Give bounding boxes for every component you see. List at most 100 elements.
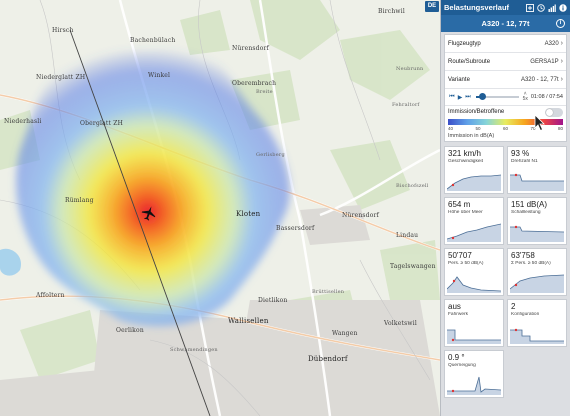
panel-titlebar: Belastungsverlauf bbox=[441, 0, 570, 15]
place-label: Oerlikon bbox=[116, 327, 144, 334]
metric-bank-angle[interactable]: 0.9 ° Querneigung bbox=[444, 350, 504, 398]
place-label: Brüttisellen bbox=[312, 289, 345, 295]
metric-label: Fahrwerk bbox=[448, 312, 468, 317]
metric-value: 151 dB(A) bbox=[511, 200, 548, 209]
metric-configuration[interactable]: 2 Konfiguration bbox=[507, 299, 567, 347]
immission-toggle[interactable] bbox=[545, 108, 563, 117]
metric-value: 50'707 bbox=[448, 251, 472, 260]
flight-title: A320 - 12, 77t bbox=[481, 19, 530, 28]
metric-value: 63'758 bbox=[511, 251, 535, 260]
immission-label: Immission/Betroffene bbox=[448, 109, 505, 115]
metric-value: 0.9 ° bbox=[448, 353, 465, 362]
place-label: Niederglatt ZH bbox=[36, 74, 86, 81]
place-label: Wangen bbox=[332, 330, 358, 337]
speed-selector[interactable]: ˄ 5x bbox=[523, 92, 528, 102]
scale-tick: 60 bbox=[502, 126, 508, 131]
timeline-slider[interactable] bbox=[476, 93, 519, 100]
panel-title: Belastungsverlauf bbox=[444, 3, 510, 12]
signal-icon[interactable] bbox=[547, 3, 556, 12]
place-label: Niederhasli bbox=[4, 118, 42, 125]
metric-gear[interactable]: aus Fahrwerk bbox=[444, 299, 504, 347]
place-label: Nürensdorf bbox=[342, 212, 380, 219]
history-icon[interactable] bbox=[536, 3, 545, 12]
metric-label: Querneigung bbox=[448, 363, 476, 368]
row-label: Flugzeugtyp bbox=[448, 40, 481, 47]
place-label: Rümlang bbox=[65, 197, 94, 204]
metric-label: Schallleistung bbox=[511, 210, 541, 215]
place-label: Winkel bbox=[148, 72, 171, 79]
row-value: A320 - 12, 77t bbox=[520, 76, 559, 83]
place-label: Nürensdorf bbox=[232, 45, 270, 52]
metric-persons[interactable]: 50'707 Pers. ≥ 50 dB(A) bbox=[444, 248, 504, 296]
language-button[interactable]: DE bbox=[425, 1, 439, 12]
metric-value: aus bbox=[448, 302, 461, 311]
place-label: Oberembrach bbox=[232, 80, 277, 87]
metric-label: Höhe über Meer bbox=[448, 210, 483, 215]
add-icon[interactable] bbox=[525, 3, 534, 12]
sparkline bbox=[447, 223, 501, 242]
place-label: Gerlisberg bbox=[256, 152, 285, 158]
timeline-handle[interactable] bbox=[478, 93, 486, 100]
aircraft-type-row[interactable]: Flugzeugtyp A320 › bbox=[445, 35, 566, 53]
sparkline bbox=[447, 376, 501, 395]
place-label: Bischofszell bbox=[396, 183, 429, 189]
chevron-right-icon: › bbox=[560, 58, 563, 65]
metric-n1[interactable]: 93 % Drehzahl N1 bbox=[507, 146, 567, 194]
skip-forward-icon[interactable]: ⏭ bbox=[464, 94, 472, 101]
analysis-panel: Belastungsverlauf A320 - 12, 77t i Flugz… bbox=[440, 0, 570, 416]
metric-speed[interactable]: 321 km/h Geschwindigkeit bbox=[444, 146, 504, 194]
variant-row[interactable]: Variante A320 - 12, 77t › bbox=[445, 71, 566, 89]
place-label: Breite bbox=[256, 89, 273, 95]
place-label: Oberglatt ZH bbox=[80, 120, 124, 127]
metric-label: Drehzahl N1 bbox=[511, 159, 538, 164]
scale-tick: 40 bbox=[448, 126, 454, 131]
place-label: Bachenbülach bbox=[130, 37, 176, 44]
row-value: GERSA1P bbox=[530, 58, 559, 65]
scale-tick: 50 bbox=[475, 126, 481, 131]
metric-sound-power[interactable]: 151 dB(A) Schallleistung bbox=[507, 197, 567, 245]
place-label: Fehraltorf bbox=[392, 102, 420, 108]
sparkline bbox=[510, 328, 564, 344]
skip-back-icon[interactable]: ⏮ bbox=[448, 94, 456, 101]
sparkline bbox=[510, 173, 564, 191]
place-label: Birchwil bbox=[378, 8, 405, 15]
immission-section: Immission/Betroffene 40 50 60 70 80 Immi… bbox=[445, 106, 566, 141]
info-icon[interactable] bbox=[558, 3, 567, 12]
metrics-grid: 321 km/h Geschwindigkeit 93 % Drehzahl N… bbox=[441, 146, 570, 398]
metric-value: 93 % bbox=[511, 149, 530, 158]
chevron-right-icon: › bbox=[560, 76, 563, 83]
metric-label: Pers. ≥ 50 dB(A) bbox=[448, 261, 484, 266]
place-label: Tagelswangen bbox=[390, 263, 436, 270]
place-label: Volketswil bbox=[384, 320, 417, 327]
time-readout: 01:08 / 07:54 bbox=[530, 94, 563, 100]
place-label: Wallisellen bbox=[228, 317, 269, 325]
scale-tick: 80 bbox=[557, 126, 563, 131]
place-label: Dietlikon bbox=[258, 297, 288, 304]
metric-label: Geschwindigkeit bbox=[448, 159, 483, 164]
mouse-cursor-icon bbox=[534, 114, 545, 132]
play-icon[interactable]: ▶ bbox=[456, 94, 464, 101]
playback-controls: ⏮ ▶ ⏭ ˄ 5x 01:08 / 07:54 bbox=[445, 89, 566, 106]
route-row[interactable]: Route/Subroute GERSA1P › bbox=[445, 53, 566, 71]
metric-label: Σ Pers. ≥ 50 dB(A) bbox=[511, 261, 551, 266]
place-label: Hirsch bbox=[52, 27, 74, 34]
flight-header: A320 - 12, 77t i bbox=[441, 15, 570, 32]
row-value: A320 bbox=[544, 40, 559, 47]
scale-caption: Immission in dB(A) bbox=[448, 133, 495, 139]
metric-value: 654 m bbox=[448, 200, 471, 209]
place-label: Kloten bbox=[236, 210, 261, 218]
sparkline bbox=[447, 329, 501, 344]
map-view[interactable]: Hirsch Bachenbülach Nürensdorf Birchwil … bbox=[0, 0, 440, 416]
sparkline bbox=[447, 174, 501, 191]
place-label: Affoltern bbox=[36, 292, 65, 299]
metric-value: 2 bbox=[511, 302, 516, 311]
sparkline bbox=[510, 274, 564, 293]
map-canvas bbox=[0, 0, 440, 416]
sparkline bbox=[447, 276, 501, 293]
metric-persons-sum[interactable]: 63'758 Σ Pers. ≥ 50 dB(A) bbox=[507, 248, 567, 296]
metric-value: 321 km/h bbox=[448, 149, 481, 158]
row-label: Variante bbox=[448, 76, 470, 83]
flight-info-icon[interactable]: i bbox=[556, 19, 565, 28]
place-label: Schwamendingen bbox=[170, 347, 218, 353]
metric-altitude[interactable]: 654 m Höhe über Meer bbox=[444, 197, 504, 245]
